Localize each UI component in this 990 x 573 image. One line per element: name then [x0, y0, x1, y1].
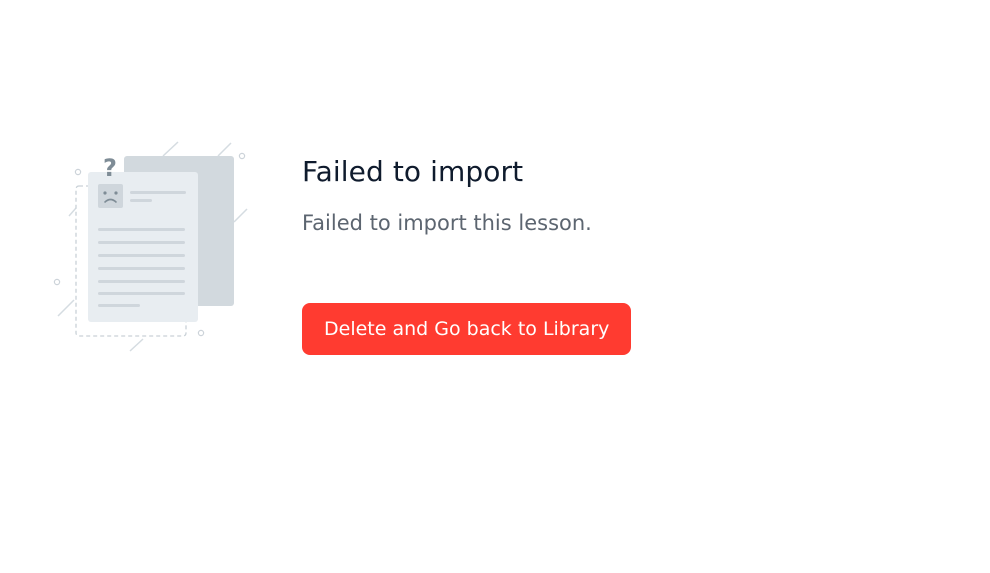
delete-and-go-back-button[interactable]: Delete and Go back to Library — [302, 303, 632, 355]
failed-document-icon: ? — [50, 138, 255, 358]
error-message: Failed to import this lesson. — [302, 211, 592, 235]
error-title: Failed to import — [302, 155, 524, 188]
error-panel: Failed to import Failed to import this l… — [302, 152, 902, 355]
question-mark-glyph: ? — [103, 154, 117, 182]
